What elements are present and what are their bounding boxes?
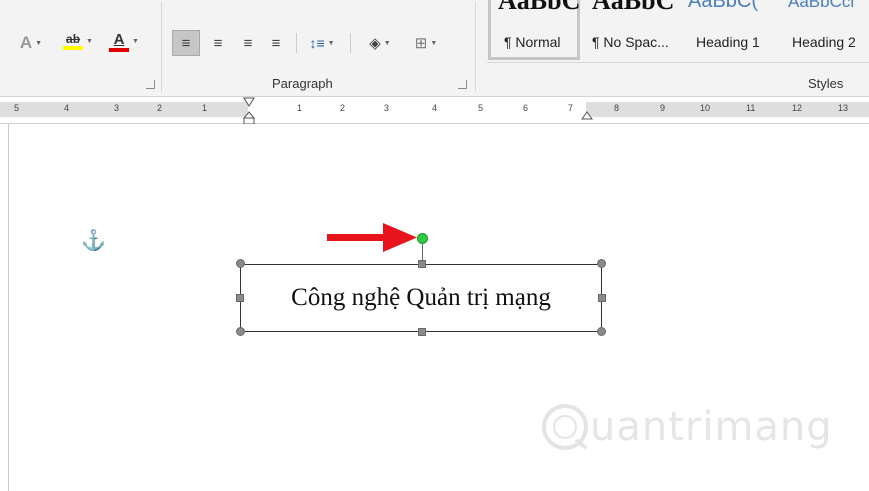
resize-handle-top[interactable] <box>418 260 426 268</box>
align-right-icon: ≡ <box>243 34 253 52</box>
resize-handle-right[interactable] <box>598 294 606 302</box>
highlight-color-button[interactable]: ab ▼ <box>58 28 98 54</box>
align-left-icon: ≡ <box>181 34 191 52</box>
resize-handle-bottom[interactable] <box>418 328 426 336</box>
page-left-edge <box>8 124 9 491</box>
right-indent-marker[interactable] <box>581 111 593 121</box>
align-right-button[interactable]: ≡ <box>236 30 260 56</box>
borders-icon: ⊞ <box>414 35 428 52</box>
ruler-tick-label: 3 <box>384 103 390 113</box>
paragraph-dialog-launcher[interactable] <box>458 80 467 89</box>
ruler-tick-label: 5 <box>14 103 20 113</box>
style-label: ¶ Normal <box>504 34 561 50</box>
paragraph-group-label: Paragraph <box>272 76 333 91</box>
chevron-down-icon: ▼ <box>35 39 43 47</box>
resize-handle-top-right[interactable] <box>597 259 606 268</box>
highlight-icon: ab <box>66 32 81 46</box>
ruler-tick-label: 5 <box>478 103 484 113</box>
style-label: Heading 2 <box>792 34 856 50</box>
align-center-icon: ≡ <box>213 34 223 52</box>
ruler-tick-label: 6 <box>523 103 529 113</box>
style-label: ¶ No Spac... <box>592 34 669 50</box>
watermark-logo-icon <box>542 404 588 450</box>
borders-button[interactable]: ⊞ ▼ <box>406 30 446 56</box>
style-preview: AaBbC( <box>688 0 759 12</box>
red-arrow-annotation <box>327 223 417 252</box>
ruler-tick-label: 3 <box>114 103 120 113</box>
font-color-bar <box>109 47 130 52</box>
resize-handle-bottom-left[interactable] <box>236 327 245 336</box>
shading-button[interactable]: ◈ ▼ <box>360 30 400 56</box>
ruler-tick-label: 4 <box>432 103 438 113</box>
style-item-no-spacing[interactable]: AaBbC ¶ No Spac... <box>582 0 678 58</box>
divider <box>487 62 869 63</box>
ruler-tick-label: 9 <box>660 103 666 113</box>
group-separator <box>475 2 476 92</box>
ruler-tick-label: 12 <box>792 103 803 113</box>
ruler-tick-label: 1 <box>202 103 208 113</box>
highlight-color-bar <box>63 46 84 50</box>
resize-handle-left[interactable] <box>236 294 244 302</box>
divider <box>350 33 351 53</box>
group-separator <box>161 2 162 92</box>
ruler-tick-label: 2 <box>157 103 163 113</box>
style-label: Heading 1 <box>696 34 760 50</box>
style-item-normal[interactable]: AaBbC ¶ Normal <box>490 0 581 58</box>
anchor-icon[interactable]: ⚓ <box>81 228 106 253</box>
watermark: uantrimang <box>540 402 833 452</box>
chevron-down-icon: ▼ <box>132 37 139 45</box>
ruler-tick-label: 7 <box>568 103 574 113</box>
chevron-down-icon: ▼ <box>383 39 391 47</box>
ruler-tick-label: 8 <box>614 103 620 113</box>
style-item-heading-2[interactable]: AaBbCcl Heading 2 <box>780 0 869 58</box>
ruler-tick-label: 13 <box>838 103 849 113</box>
shading-icon: ◈ <box>369 35 381 52</box>
text-effects-icon: A <box>19 33 33 52</box>
ruler-tick-label: 11 <box>746 103 756 113</box>
chevron-down-icon: ▼ <box>430 39 438 47</box>
ruler-tick-label: 2 <box>340 103 346 113</box>
textbox-shape[interactable]: Công nghệ Quản trị mạng <box>240 264 602 332</box>
resize-handle-top-left[interactable] <box>236 259 245 268</box>
ruler-tick-label: 4 <box>64 103 70 113</box>
align-center-button[interactable]: ≡ <box>206 30 230 56</box>
styles-group-label: Styles <box>808 76 844 91</box>
ribbon: A ▼ ab ▼ A ▼ ≡ ≡ ≡ ≡ ↕≡ ▼ ◈ ▼ ⊞ ▼ Paragr… <box>0 0 869 97</box>
hanging-indent-marker[interactable] <box>243 111 255 125</box>
horizontal-ruler[interactable]: 5 4 3 2 1 1 2 3 4 5 6 7 8 9 10 11 12 13 <box>0 97 869 125</box>
font-color-button[interactable]: A ▼ <box>104 28 144 54</box>
font-color-icon: A <box>113 30 125 48</box>
chevron-down-icon: ▼ <box>86 37 93 45</box>
divider <box>296 33 297 53</box>
rotation-handle[interactable] <box>417 233 428 244</box>
line-spacing-button[interactable]: ↕≡ ▼ <box>302 30 342 56</box>
text-effects-button[interactable]: A ▼ <box>14 30 48 56</box>
font-dialog-launcher[interactable] <box>146 80 155 89</box>
line-spacing-icon: ↕≡ <box>309 35 325 51</box>
chevron-down-icon: ▼ <box>327 39 335 47</box>
style-preview: AaBbCcl <box>788 0 855 11</box>
style-preview: AaBbC <box>592 0 675 15</box>
justify-button[interactable]: ≡ <box>264 30 288 56</box>
ruler-tick-label: 10 <box>700 103 711 113</box>
style-preview: AaBbC <box>498 0 581 15</box>
watermark-text: uantrimang <box>590 404 833 450</box>
first-line-indent-marker[interactable] <box>243 97 255 107</box>
style-item-heading-1[interactable]: AaBbC( Heading 1 <box>684 0 774 58</box>
ruler-tick-label: 1 <box>297 103 303 113</box>
justify-icon: ≡ <box>271 34 281 52</box>
resize-handle-bottom-right[interactable] <box>597 327 606 336</box>
align-left-button[interactable]: ≡ <box>172 30 200 56</box>
textbox-text[interactable]: Công nghệ Quản trị mạng <box>291 284 551 312</box>
